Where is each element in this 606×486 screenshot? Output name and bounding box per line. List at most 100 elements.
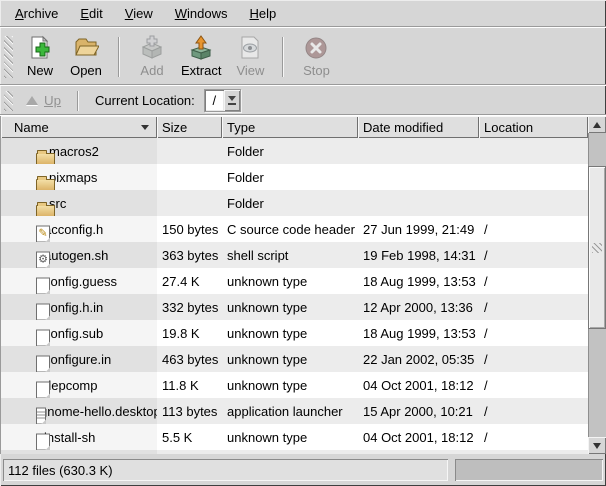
file-size — [157, 190, 222, 216]
column-header-date-modified[interactable]: Date modified — [358, 116, 479, 138]
add-files-icon — [139, 35, 165, 61]
file-type: shell script — [222, 242, 358, 268]
toolbar-separator — [282, 37, 284, 77]
menu-windows[interactable]: Windows — [164, 2, 239, 25]
file-name: config.sub — [44, 326, 103, 341]
table-row[interactable]: autogen.sh 363 bytes shell script 19 Feb… — [1, 242, 588, 268]
file-name: configure.in — [44, 352, 111, 367]
file-type: unknown type — [222, 268, 358, 294]
file-type: application launcher — [222, 398, 358, 424]
table-row[interactable]: src Folder — [1, 190, 588, 216]
file-location: / — [479, 294, 588, 320]
file-size: 19.8 K — [157, 320, 222, 346]
table-row[interactable] — [1, 450, 588, 454]
file-location — [479, 138, 588, 164]
new-button[interactable]: New — [17, 33, 63, 81]
up-button: Up — [17, 90, 70, 111]
file-name: macros2 — [49, 144, 99, 159]
file-size: 463 bytes — [157, 346, 222, 372]
table-row[interactable]: install-sh 5.5 K unknown type 04 Oct 200… — [1, 424, 588, 450]
add-button: Add — [129, 33, 175, 81]
location-input[interactable]: / — [205, 90, 224, 111]
file-location: / — [479, 346, 588, 372]
table-row[interactable]: acconfig.h 150 bytes C source code heade… — [1, 216, 588, 242]
table-row[interactable]: depcomp 11.8 K unknown type 04 Oct 2001,… — [1, 372, 588, 398]
file-size — [157, 138, 222, 164]
file-location — [479, 450, 588, 454]
file-size: 11.8 K — [157, 372, 222, 398]
file-name: pixmaps — [49, 170, 97, 185]
file-type: unknown type — [222, 372, 358, 398]
extract-button[interactable]: Extract — [175, 33, 227, 81]
file-type — [222, 450, 358, 454]
file-name: config.h.in — [44, 300, 103, 315]
location-dropdown-button[interactable] — [224, 90, 240, 111]
file-date-modified: 27 Jun 1999, 21:49 — [358, 216, 479, 242]
file-date-modified — [358, 164, 479, 190]
column-header-size[interactable]: Size — [157, 116, 222, 138]
file-date-modified: 12 Apr 2000, 13:36 — [358, 294, 479, 320]
column-header-location[interactable]: Location — [479, 116, 588, 138]
progress-area — [455, 459, 603, 481]
table-row[interactable]: macros2 Folder — [1, 138, 588, 164]
file-icon — [36, 277, 50, 294]
open-archive-icon — [73, 35, 99, 61]
file-name: gnome-hello.desktop — [40, 404, 157, 419]
scroll-down-button[interactable] — [588, 437, 606, 454]
menu-view[interactable]: View — [114, 2, 164, 25]
toolbar-grip-handle[interactable] — [4, 36, 13, 78]
column-header-name[interactable]: Name — [1, 116, 157, 138]
menu-help[interactable]: Help — [238, 2, 287, 25]
file-location: / — [479, 372, 588, 398]
file-location — [479, 164, 588, 190]
toolbar: New Open Add — [0, 28, 606, 86]
file-size — [157, 164, 222, 190]
file-type: Folder — [222, 138, 358, 164]
file-rows: macros2 Folder pixmaps Folder — [1, 138, 588, 454]
menu-edit[interactable]: Edit — [69, 2, 113, 25]
file-name: depcomp — [44, 378, 97, 393]
file-size: 150 bytes — [157, 216, 222, 242]
file-type: unknown type — [222, 294, 358, 320]
table-row[interactable]: gnome-hello.desktop 113 bytes applicatio… — [1, 398, 588, 424]
file-icon — [36, 355, 50, 372]
open-button[interactable]: Open — [63, 33, 109, 81]
table-row[interactable]: pixmaps Folder — [1, 164, 588, 190]
column-headers: Name Size Type Date modified Location — [1, 116, 588, 138]
table-row[interactable]: config.h.in 332 bytes unknown type 12 Ap… — [1, 294, 588, 320]
file-location — [479, 190, 588, 216]
file-size — [157, 450, 222, 454]
file-icon — [36, 251, 50, 268]
archive-manager-window: Archive Edit View Windows Help New — [0, 0, 606, 486]
table-row[interactable]: config.guess 27.4 K unknown type 18 Aug … — [1, 268, 588, 294]
sort-descending-icon — [141, 125, 149, 130]
table-row[interactable]: configure.in 463 bytes unknown type 22 J… — [1, 346, 588, 372]
file-location: / — [479, 320, 588, 346]
vertical-scrollbar[interactable] — [588, 116, 606, 454]
file-date-modified — [358, 138, 479, 164]
location-bar-grip-handle[interactable] — [4, 91, 13, 111]
file-icon — [36, 303, 50, 320]
file-location: / — [479, 216, 588, 242]
file-list: Name Size Type Date modified Location ma… — [0, 116, 588, 454]
file-icon — [36, 433, 50, 450]
file-icon — [36, 153, 55, 164]
file-name: autogen.sh — [44, 248, 108, 263]
file-location: / — [479, 268, 588, 294]
new-archive-icon — [27, 35, 53, 61]
toolbar-separator — [118, 37, 120, 77]
table-row[interactable]: config.sub 19.8 K unknown type 18 Aug 19… — [1, 320, 588, 346]
scroll-up-button[interactable] — [588, 116, 606, 133]
file-type: Folder — [222, 190, 358, 216]
view-button: View — [227, 33, 273, 81]
file-date-modified: 04 Oct 2001, 18:12 — [358, 424, 479, 450]
column-header-type[interactable]: Type — [222, 116, 358, 138]
file-date-modified: 18 Aug 1999, 13:53 — [358, 268, 479, 294]
location-combo: / — [204, 89, 241, 112]
extract-icon — [188, 35, 214, 61]
current-location-label: Current Location: — [95, 93, 195, 108]
menu-archive[interactable]: Archive — [4, 2, 69, 25]
stop-button: Stop — [293, 33, 339, 81]
file-size: 332 bytes — [157, 294, 222, 320]
scrollbar-thumb[interactable] — [588, 166, 606, 329]
